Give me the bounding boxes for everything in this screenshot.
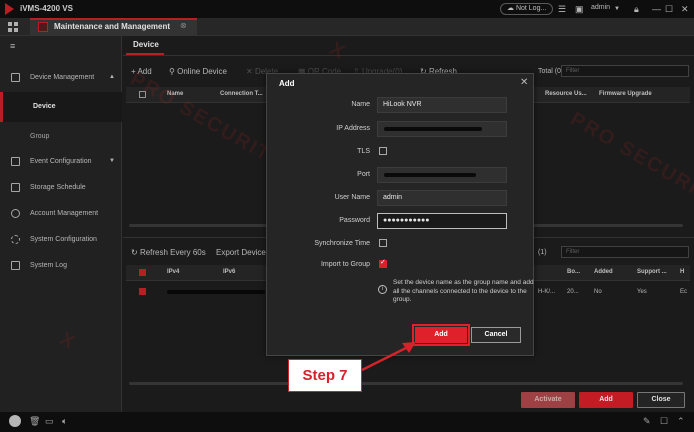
step-annotation: Step 7 bbox=[288, 359, 362, 392]
